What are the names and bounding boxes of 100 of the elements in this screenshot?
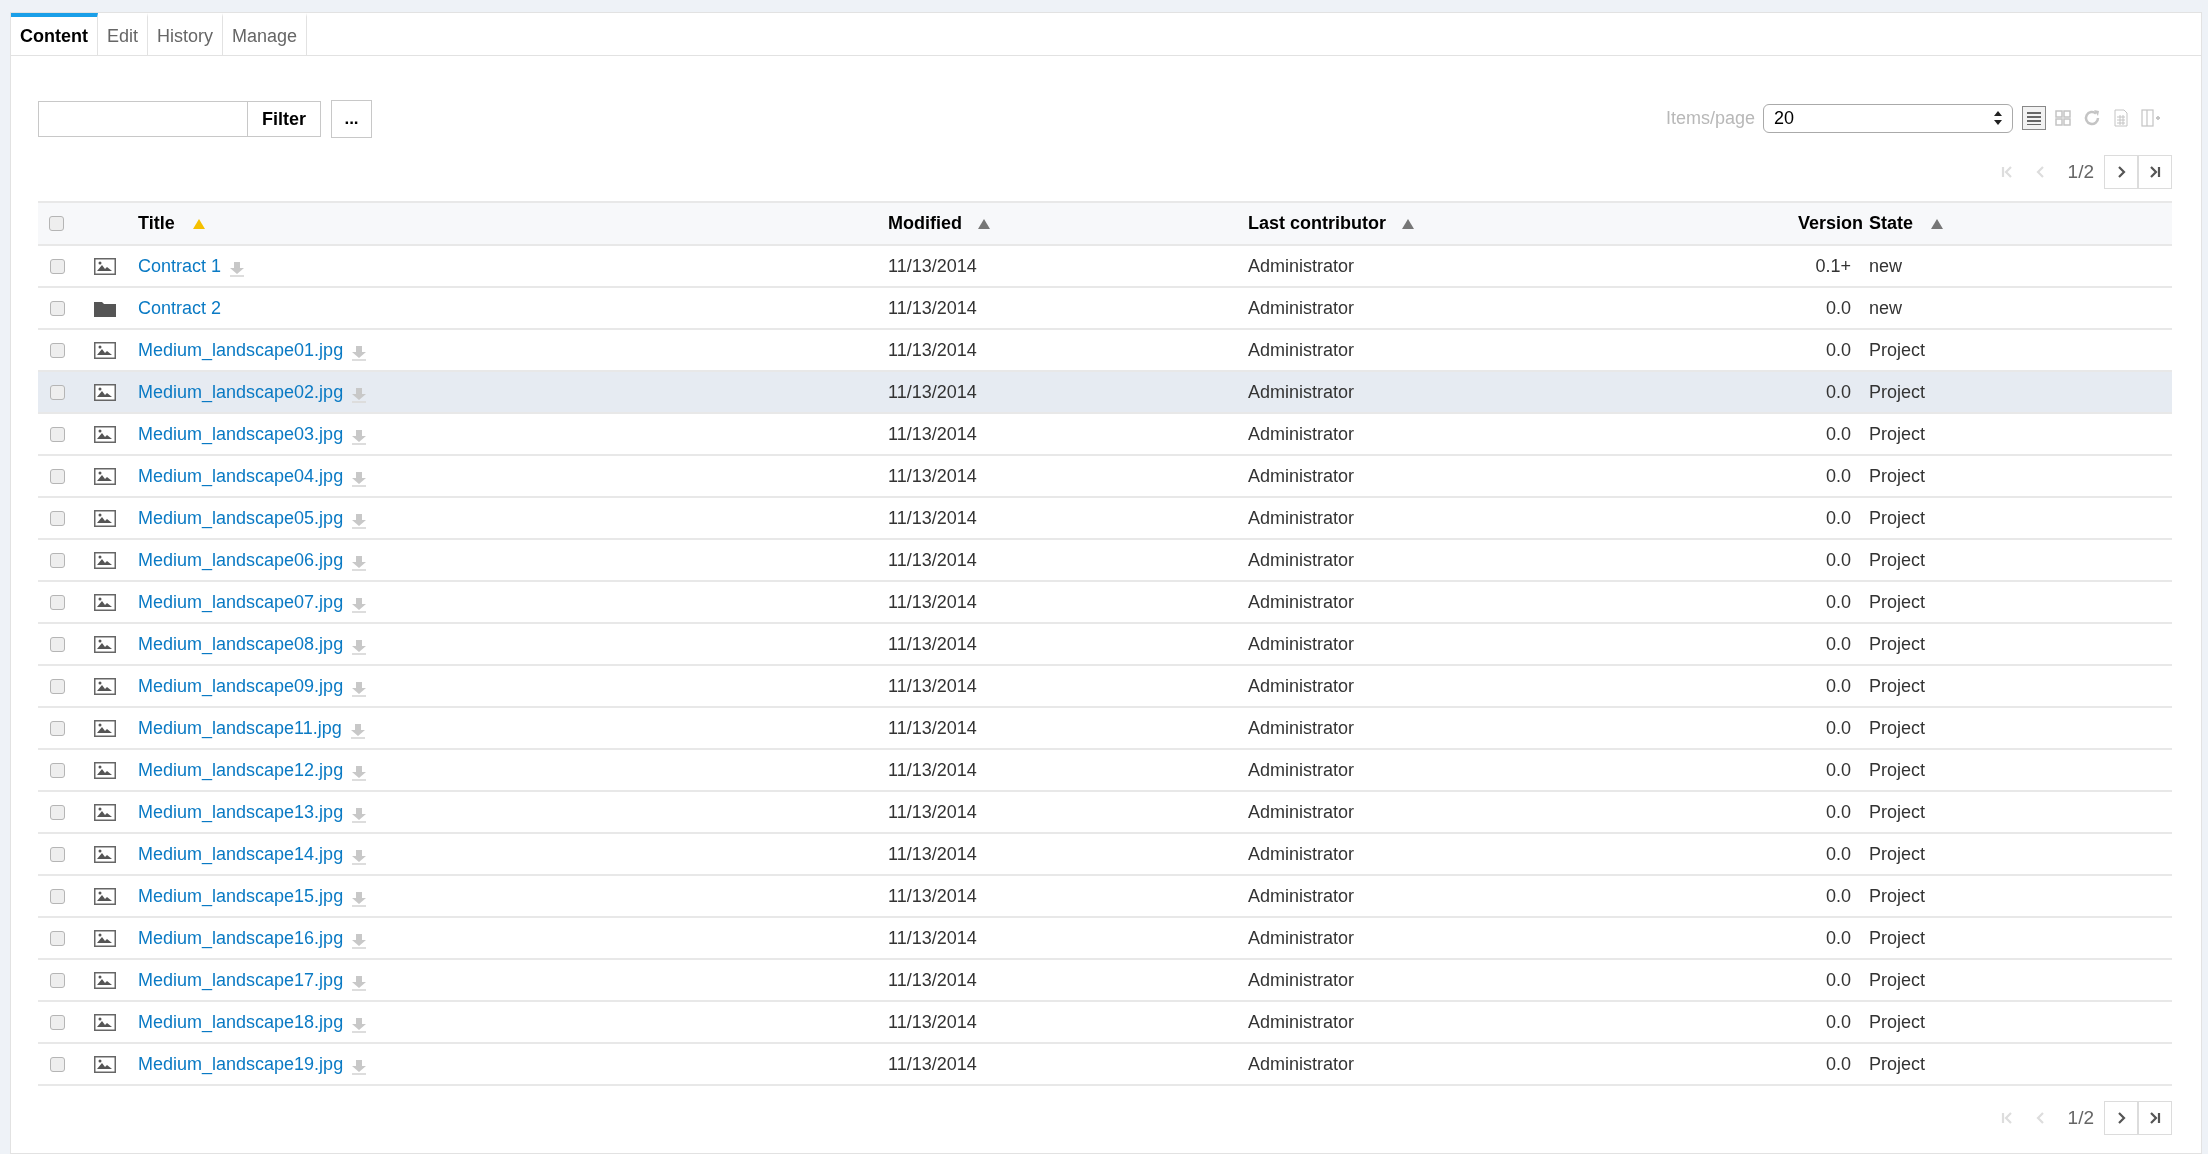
checkbox[interactable] [50, 552, 65, 568]
download-icon[interactable] [351, 429, 368, 445]
checkbox[interactable] [50, 720, 65, 736]
tab[interactable]: Manage [223, 13, 308, 55]
download-icon[interactable] [351, 849, 368, 865]
checkbox[interactable] [50, 300, 65, 316]
checkbox[interactable] [50, 342, 65, 358]
checkbox[interactable] [50, 804, 65, 820]
column-header[interactable]: Version [1797, 210, 1863, 237]
item-link[interactable]: Medium_landscape17.jpg [138, 966, 344, 994]
table-cell-text: Project [1869, 800, 1927, 824]
download-icon[interactable] [351, 975, 368, 991]
filter-field[interactable]: Filter [38, 101, 321, 137]
table-row[interactable]: Medium_landscape02.jpg 11/13/2014 Administrator 0.0 Project [38, 372, 2172, 414]
download-icon[interactable] [351, 1017, 368, 1033]
item-link[interactable]: Medium_landscape02.jpg [138, 378, 344, 406]
items-per-page-select[interactable]: 20 [1763, 103, 2013, 133]
item-link[interactable]: Contract 2 [138, 294, 222, 322]
item-link[interactable]: Medium_landscape08.jpg [138, 630, 344, 658]
checkbox[interactable] [50, 426, 65, 442]
item-link[interactable]: Medium_landscape12.jpg [138, 756, 344, 784]
table-cell-text: Project [1869, 884, 1927, 908]
download-icon[interactable] [351, 681, 368, 697]
item-link[interactable]: Medium_landscape01.jpg [138, 336, 344, 364]
download-icon[interactable] [351, 765, 368, 781]
item-link[interactable]: Medium_landscape15.jpg [138, 882, 344, 910]
checkbox[interactable] [50, 384, 65, 400]
download-icon[interactable] [351, 1059, 368, 1075]
table-cell-text: Administrator [1248, 674, 1356, 698]
more-options-button[interactable]: ... [331, 100, 372, 138]
table-cell-text: Administrator [1248, 926, 1356, 950]
table-cell-text: 11/13/2014 [888, 884, 978, 908]
item-link[interactable]: Medium_landscape19.jpg [138, 1050, 344, 1078]
item-link[interactable]: Medium_landscape16.jpg [138, 924, 344, 952]
download-icon[interactable] [351, 387, 368, 403]
column-header[interactable]: Last contributor [1248, 210, 1386, 237]
download-icon[interactable] [351, 345, 368, 361]
checkbox[interactable] [50, 888, 65, 904]
next-page-button[interactable] [2104, 155, 2138, 189]
next-page-button[interactable] [2104, 1101, 2138, 1135]
column-header[interactable]: Modified [888, 210, 962, 237]
table-cell-text: Administrator [1248, 380, 1356, 404]
download-icon[interactable] [351, 891, 368, 907]
column-header[interactable]: Title [138, 210, 175, 237]
checkbox[interactable] [50, 762, 65, 778]
item-link[interactable]: Medium_landscape03.jpg [138, 420, 344, 448]
column-header[interactable]: State [1869, 210, 1913, 237]
sort-arrow-icon[interactable] [1931, 218, 1943, 229]
download-icon[interactable] [351, 513, 368, 529]
download-icon[interactable] [351, 639, 368, 655]
table-cell-text: Project [1869, 1052, 1927, 1076]
item-link[interactable]: Medium_landscape14.jpg [138, 840, 344, 868]
table-cell-text: Project [1869, 338, 1927, 362]
item-link[interactable]: Medium_landscape09.jpg [138, 672, 344, 700]
download-icon[interactable] [351, 471, 368, 487]
download-icon[interactable] [351, 555, 368, 571]
table-cell-text: 11/13/2014 [888, 296, 978, 320]
table-cell-text: Project [1869, 590, 1927, 614]
checkbox[interactable] [50, 846, 65, 862]
item-link[interactable]: Contract 1 [138, 252, 222, 280]
checkbox[interactable] [50, 258, 65, 274]
item-link[interactable]: Medium_landscape04.jpg [138, 462, 344, 490]
checkbox[interactable] [49, 216, 64, 231]
download-icon[interactable] [351, 807, 368, 823]
checkbox[interactable] [50, 594, 65, 610]
download-icon[interactable] [351, 933, 368, 949]
image-icon [94, 425, 116, 443]
table-cell-text: 11/13/2014 [888, 632, 978, 656]
item-link[interactable]: Medium_landscape13.jpg [138, 798, 344, 826]
checkbox[interactable] [50, 510, 65, 526]
sort-arrow-icon[interactable] [978, 218, 990, 229]
table-cell-text: Administrator [1248, 884, 1356, 908]
tab[interactable]: Edit [98, 13, 148, 55]
checkbox[interactable] [50, 1056, 65, 1072]
checkbox[interactable] [50, 972, 65, 988]
download-icon[interactable] [349, 723, 366, 739]
table-cell-text: 11/13/2014 [888, 674, 978, 698]
tab[interactable]: Content [11, 13, 98, 55]
table-cell-text: Project [1869, 464, 1927, 488]
checkbox[interactable] [50, 468, 65, 484]
download-icon[interactable] [229, 261, 246, 277]
last-page-button[interactable] [2138, 155, 2172, 189]
item-link[interactable]: Medium_landscape11.jpg [138, 714, 342, 742]
checkbox[interactable] [50, 678, 65, 694]
item-link[interactable]: Medium_landscape05.jpg [138, 504, 344, 532]
last-page-button[interactable] [2138, 1101, 2172, 1135]
tab[interactable]: History [148, 13, 224, 55]
sort-arrow-icon[interactable] [1402, 218, 1414, 229]
download-icon[interactable] [351, 597, 368, 613]
table-cell-text: 0.0 [1824, 506, 1852, 530]
item-link[interactable]: Medium_landscape07.jpg [138, 588, 344, 616]
checkbox[interactable] [50, 1014, 65, 1030]
checkbox[interactable] [50, 930, 65, 946]
list-view-icon[interactable] [2022, 106, 2046, 130]
checkbox[interactable] [50, 636, 65, 652]
item-link[interactable]: Medium_landscape18.jpg [138, 1008, 344, 1036]
add-column-icon[interactable] [2138, 106, 2162, 130]
item-link[interactable]: Medium_landscape06.jpg [138, 546, 344, 574]
table-cell-text: Administrator [1248, 590, 1356, 614]
filter-button[interactable]: Filter [247, 102, 320, 136]
